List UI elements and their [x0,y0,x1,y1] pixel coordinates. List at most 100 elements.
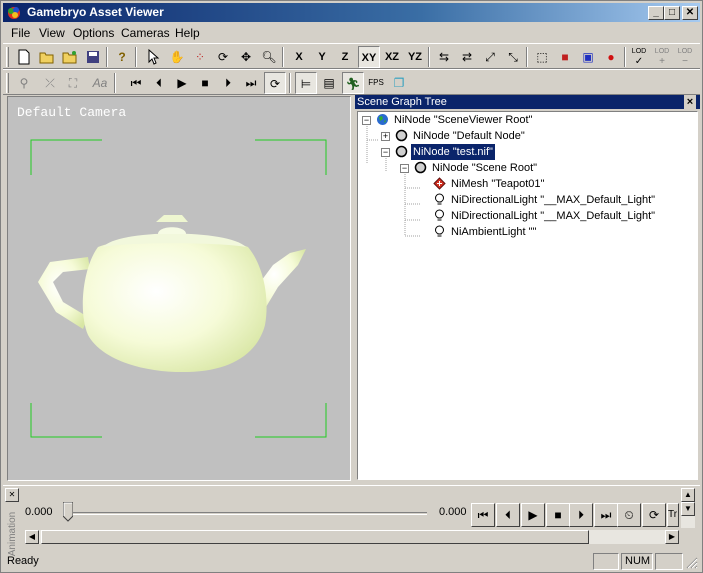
select-points-icon[interactable]: ⁘ [189,46,211,68]
anim-stop-icon[interactable]: ■ [546,503,570,527]
loop-icon[interactable]: ⟳ [264,72,286,94]
scroll-left-icon[interactable]: ◀ [25,530,39,544]
scroll-up-icon[interactable]: ▲ [681,488,695,502]
animation-horizontal-scrollbar[interactable]: ◀ ▶ [25,530,679,544]
prev-frame-icon[interactable]: ⏴ [148,72,170,94]
menu-options[interactable]: Options [73,26,114,40]
tree-node-label: NiMesh "Teapot01" [451,178,545,190]
lod-plus-icon[interactable]: LOD + [651,46,673,68]
fit-view-icon[interactable]: ⤢ [479,46,501,68]
anim-next-frame-icon[interactable]: ⏵ [569,503,593,527]
blue-cube-icon[interactable]: ▣ [577,46,599,68]
animation-vertical-scrollbar[interactable]: ▲ ▼ [681,488,695,528]
toolbar-grip[interactable] [6,47,9,67]
red-sphere-icon[interactable]: ● [600,46,622,68]
animation-time-slider-track[interactable] [67,512,427,515]
scroll-right-icon[interactable]: ▶ [665,530,679,544]
maximize-button[interactable]: □ [664,6,680,20]
anim-truncated-control[interactable]: Tr [667,503,679,527]
text-aa-icon[interactable]: Aa [89,72,111,94]
axis-yz-button[interactable]: YZ [404,46,426,68]
stop-icon[interactable]: ■ [194,72,216,94]
solid-cube-icon[interactable]: ■ [554,46,576,68]
tree-expander[interactable]: − [400,164,409,173]
fps-icon[interactable]: FPS [365,72,387,94]
help-icon[interactable]: ? [111,46,133,68]
open-folder-icon[interactable] [36,46,58,68]
windows-icon[interactable]: ❐ [388,72,410,94]
lod-check-icon[interactable]: LOD ✓ [628,46,650,68]
move-icon[interactable]: ✥ [235,46,257,68]
scene-graph-tree[interactable]: − NiNode "SceneViewer Root" + NiNode "De… [357,111,698,480]
status-pane-empty [593,553,619,570]
scroll-down-icon[interactable]: ▼ [681,502,695,516]
tree-expander[interactable]: + [381,132,390,141]
menu-help[interactable]: Help [175,26,200,40]
pan-hand-icon[interactable]: ✋ [166,46,188,68]
collapse-view-icon[interactable]: ⤡ [502,46,524,68]
lod-label: LOD [677,48,693,55]
swap-left-icon[interactable]: ⇆ [433,46,455,68]
animation-start-time: 0.000 [25,506,53,518]
anim-play-icon[interactable]: ▶ [521,503,545,527]
tree-node-directional-light-1[interactable]: NiDirectionalLight "__MAX_Default_Light" [433,192,657,208]
new-file-icon[interactable] [13,46,35,68]
animation-end-time: 0.000 [439,506,467,518]
axis-xz-button[interactable]: XZ [381,46,403,68]
close-button[interactable]: ✕ [682,6,698,20]
mesh-icon [433,177,446,190]
select-arrow-icon[interactable] [143,46,165,68]
tree-node-default-node[interactable]: NiNode "Default Node" [395,128,527,144]
open-asset-icon[interactable] [59,46,81,68]
tree-expander[interactable]: − [362,116,371,125]
last-frame-icon[interactable]: ⏭ [240,72,262,94]
menu-file[interactable]: File [11,26,30,40]
axis-z-button[interactable]: Z [334,46,356,68]
anim-first-frame-icon[interactable]: ⏮ [471,503,495,527]
animation-side-tab: Animation [5,504,21,556]
zoom-magnifier-icon[interactable]: 🔍︎ [258,46,280,68]
3d-viewport[interactable]: Default Camera [7,96,351,481]
tree-node-directional-light-2[interactable]: NiDirectionalLight "__MAX_Default_Light" [433,208,657,224]
skeleton-icon[interactable]: ⚲ [13,72,35,94]
animation-runner-icon[interactable]: 🏃︎ [342,72,364,94]
toolbar-separator [526,47,528,67]
anim-loop-icon[interactable]: ⟳ [642,503,666,527]
light-bulb-icon [435,209,444,221]
title-bar[interactable]: Gamebryo Asset Viewer _ □ ✕ [3,3,700,22]
swap-right-icon[interactable]: ⇄ [456,46,478,68]
save-icon[interactable] [82,46,104,68]
axis-x-button[interactable]: X [288,46,310,68]
minimize-button[interactable]: _ [648,6,664,20]
toolbar-grip[interactable] [6,73,9,93]
first-frame-icon[interactable]: ⏮ [125,72,147,94]
axis-y-button[interactable]: Y [311,46,333,68]
tree-node-sceneviewer-root[interactable]: NiNode "SceneViewer Root" [376,112,534,128]
resize-grip-icon[interactable] [686,557,698,569]
lod-minus-icon[interactable]: LOD − [674,46,696,68]
tree-expander[interactable]: − [381,148,390,157]
axis-xy-button[interactable]: XY [358,46,380,68]
scene-graph-title[interactable]: Scene Graph Tree [355,95,700,109]
animation-time-slider-thumb[interactable] [63,502,73,522]
next-frame-icon[interactable]: ⏵ [217,72,239,94]
wireframe-cube-icon[interactable]: ⬚ [531,46,553,68]
scroll-thumb[interactable] [41,530,589,544]
tree-node-mesh-teapot[interactable]: NiMesh "Teapot01" [433,176,546,192]
anim-prev-frame-icon[interactable]: ⏴ [496,503,520,527]
anim-clock-icon[interactable]: ⏲ [617,503,641,527]
menu-view[interactable]: View [39,26,65,40]
bounds-icon[interactable]: ⛶ [62,72,84,94]
bones-icon[interactable]: ⤫ [39,72,61,94]
scene-graph-close-button[interactable]: × [684,95,696,109]
tree-node-scene-root[interactable]: NiNode "Scene Root" [414,160,539,176]
menu-cameras[interactable]: Cameras [121,26,170,40]
play-icon[interactable]: ▶ [171,72,193,94]
tree-node-ambient-light[interactable]: NiAmbientLight "" [433,224,538,240]
scene-tree-icon[interactable]: ⊨ [295,72,317,94]
tree-node-test-nif[interactable]: NiNode "test.nif" [395,143,496,161]
panel-close-button[interactable]: ✕ [5,488,19,502]
anim-last-frame-icon[interactable]: ⏭ [594,503,618,527]
properties-icon[interactable]: ▤ [318,72,340,94]
rotate-icon[interactable]: ⟳ [212,46,234,68]
